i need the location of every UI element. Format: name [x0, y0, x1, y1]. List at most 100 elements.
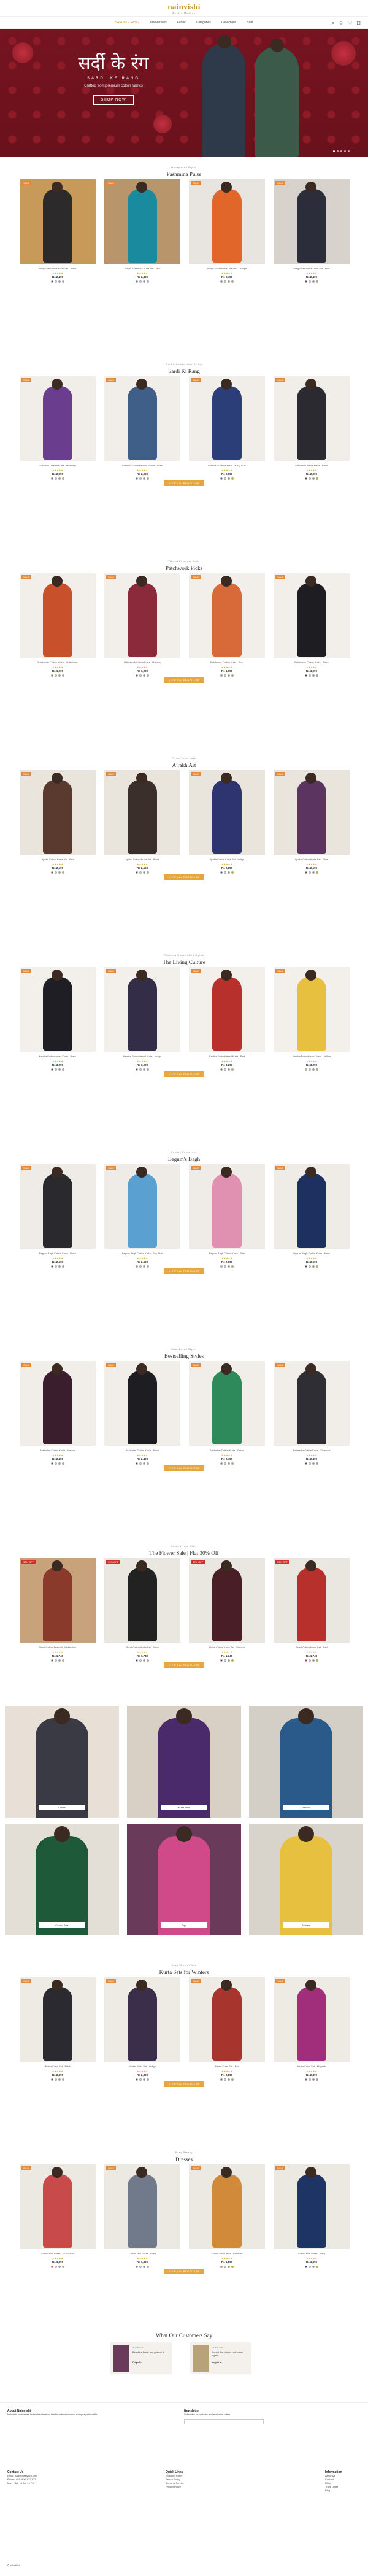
product-image[interactable]: SALE — [20, 967, 96, 1052]
product-card[interactable]: SALE Kantha Embroidered Kurta - Indigo ★★★… — [104, 967, 180, 1071]
category-tile[interactable]: Co-ord Sets — [5, 1824, 119, 1935]
view-all-button[interactable]: VIEW ALL PRODUCTS — [164, 1268, 204, 1274]
color-swatches[interactable] — [20, 674, 96, 677]
tile-label[interactable]: Dresses — [283, 1805, 329, 1810]
view-all-button[interactable]: VIEW ALL PRODUCTS — [164, 2081, 204, 2087]
product-name[interactable]: Bestseller Cotton Kurta - Green — [189, 1449, 265, 1452]
color-swatches[interactable] — [274, 1462, 350, 1465]
nav-item[interactable]: Categories — [196, 21, 211, 25]
product-image[interactable]: SALE — [274, 179, 350, 264]
product-image[interactable]: SALE — [189, 2164, 265, 2249]
color-swatches[interactable] — [274, 674, 350, 677]
product-name[interactable]: Winter Kurta Set - Magenta — [274, 2065, 350, 2069]
view-all-button[interactable]: VIEW ALL PRODUCTS — [164, 480, 204, 486]
product-name[interactable]: Cotton Midi Dress - Grey — [104, 2252, 180, 2256]
product-name[interactable]: Fabindia Dhabla Kurta - Navy Blue — [189, 464, 265, 468]
color-swatches[interactable] — [189, 1068, 265, 1071]
product-name[interactable]: Indigo Pashmina Kurta Set - Black — [20, 267, 96, 271]
product-card[interactable]: SALE Ajrakh Cotton Kurta Set - Indigo ★★★★… — [189, 770, 265, 874]
product-card[interactable]: SALE Kantha Embroidered Kurta - Black ★★★★… — [20, 967, 96, 1071]
product-image[interactable]: SALE — [189, 770, 265, 855]
product-image[interactable]: SALE — [104, 770, 180, 855]
product-image[interactable]: SALE — [104, 1164, 180, 1249]
product-image[interactable]: SALE — [20, 2164, 96, 2249]
shop-now-button[interactable]: SHOP NOW — [93, 95, 134, 105]
view-all-button[interactable]: VIEW ALL PRODUCTS — [164, 1071, 204, 1077]
product-card[interactable]: SALE Winter Kurta Set - Black ★★★★★ Rs 2,89… — [20, 1977, 96, 2081]
product-image[interactable]: SALE — [189, 1977, 265, 2062]
product-name[interactable]: Indigo Pashmina Kurta Set - Orange — [189, 267, 265, 271]
product-image[interactable]: SALE — [274, 770, 350, 855]
color-swatches[interactable] — [274, 477, 350, 480]
product-name[interactable]: Indigo Pashmina Kurta Set - Teal — [104, 267, 180, 271]
product-card[interactable]: SALE Bestseller Cotton Kurta - Black ★★★★★… — [104, 1361, 180, 1465]
color-swatches[interactable] — [189, 1462, 265, 1465]
product-name[interactable]: Cotton Midi Dress - Multicolour — [20, 2252, 96, 2256]
product-card[interactable]: SALE Cotton Midi Dress - Rainbow ★★★★★ Rs 1… — [189, 2164, 265, 2268]
product-image[interactable]: SALE — [189, 573, 265, 658]
product-card[interactable]: SALE Begum Bagh Cotton Kurta - Sky Blue ★★… — [104, 1164, 180, 1268]
product-name[interactable]: Floral Cotton Kurta Set - Black — [104, 1646, 180, 1649]
color-swatches[interactable] — [189, 2266, 265, 2268]
color-swatches[interactable] — [189, 477, 265, 480]
nav-item[interactable]: SARDI KE RANG — [115, 21, 139, 25]
product-name[interactable]: Fabindia Dhabla Kurta - Mulberry — [20, 464, 96, 468]
color-swatches[interactable] — [189, 1265, 265, 1268]
product-card[interactable]: SALE Kantha Embroidered Kurta - Yellow ★★★… — [274, 967, 350, 1071]
view-all-button[interactable]: VIEW ALL PRODUCTS — [164, 1465, 204, 1471]
product-image[interactable]: SALE — [104, 376, 180, 461]
product-name[interactable]: Patchwork Cotton Kurta - Maroon — [104, 661, 180, 665]
product-name[interactable]: Fabindia Dhabla Kurta - Bottle Green — [104, 464, 180, 468]
product-name[interactable]: Fabindia Dhabla Kurta - Black — [274, 464, 350, 468]
product-image[interactable]: SALE — [274, 1977, 350, 2062]
color-swatches[interactable] — [104, 871, 180, 874]
color-swatches[interactable] — [104, 1659, 180, 1662]
product-image[interactable]: SALE — [20, 1977, 96, 2062]
product-name[interactable]: Ajrakh Cotton Kurta Set - Indigo — [189, 858, 265, 862]
product-card[interactable]: SALE Patchwork Cotton Kurta - Maroon ★★★★★… — [104, 573, 180, 677]
product-name[interactable]: Floral Cotton Anarkali - Multicolour — [20, 1646, 96, 1649]
product-image[interactable]: SALE — [104, 1361, 180, 1446]
product-card[interactable]: SALE Ajrakh Cotton Kurta Set - Black ★★★★★… — [104, 770, 180, 874]
product-image[interactable]: 30% OFF — [104, 1558, 180, 1643]
category-tile[interactable]: Dresses — [249, 1706, 363, 1818]
product-name[interactable]: Winter Kurta Set - Indigo — [104, 2065, 180, 2069]
product-card[interactable]: SALE Begum Bagh Cotton Kurta - Navy ★★★★★ R… — [274, 1164, 350, 1268]
search-icon[interactable]: ⌕ — [331, 20, 334, 26]
product-card[interactable]: SALE Indigo Pashmina Kurta Set - Teal ★★★★… — [104, 179, 180, 283]
product-card[interactable]: SALE Fabindia Dhabla Kurta - Bottle Green… — [104, 376, 180, 480]
product-image[interactable]: SALE — [20, 179, 96, 264]
color-swatches[interactable] — [274, 2078, 350, 2081]
color-swatches[interactable] — [104, 2266, 180, 2268]
product-image[interactable]: SALE — [274, 1361, 350, 1446]
tile-label[interactable]: Kurtas — [39, 1805, 85, 1810]
view-all-button[interactable]: VIEW ALL PRODUCTS — [164, 677, 204, 683]
product-image[interactable]: SALE — [274, 1164, 350, 1249]
product-card[interactable]: SALE Patchwork Cotton Kurta - Rust ★★★★★ Rs… — [189, 573, 265, 677]
product-image[interactable]: SALE — [189, 1361, 265, 1446]
product-name[interactable]: Patchwork Cotton Kurta - Black — [274, 661, 350, 665]
cart-icon[interactable]: ⊡ — [356, 20, 361, 26]
product-card[interactable]: SALE Bestseller Cotton Kurta - Maroon ★★★★… — [20, 1361, 96, 1465]
product-image[interactable]: SALE — [189, 376, 265, 461]
product-card[interactable]: SALE Winter Kurta Set - Magenta ★★★★★ Rs 2,… — [274, 1977, 350, 2081]
product-card[interactable]: SALE Indigo Pashmina Kurta Set - Orange ★★… — [189, 179, 265, 283]
product-card[interactable]: 30% OFF Floral Cotton Kurta Set - Red ★★★★… — [274, 1558, 350, 1662]
hero-banner[interactable]: सर्दी के रंग SARDI KE RANG Crafted from … — [0, 29, 368, 157]
nav-item[interactable]: Collections — [221, 21, 236, 25]
contact-line[interactable]: Mon - Sat, 10 AM - 6 PM — [7, 2482, 37, 2485]
product-name[interactable]: Bestseller Cotton Kurta - Maroon — [20, 1449, 96, 1452]
tile-label[interactable]: Tops — [161, 1922, 207, 1928]
product-card[interactable]: SALE Patchwork Cotton Kurta - Multicolour… — [20, 573, 96, 677]
product-image[interactable]: 30% OFF — [20, 1558, 96, 1643]
product-card[interactable]: SALE Patchwork Cotton Kurta - Black ★★★★★ R… — [274, 573, 350, 677]
color-swatches[interactable] — [189, 871, 265, 874]
product-name[interactable]: Winter Kurta Set - Black — [20, 2065, 96, 2069]
color-swatches[interactable] — [189, 280, 265, 283]
color-swatches[interactable] — [274, 871, 350, 874]
color-swatches[interactable] — [104, 1462, 180, 1465]
footer-link[interactable]: Blog — [325, 2489, 342, 2493]
color-swatches[interactable] — [274, 2266, 350, 2268]
tile-label[interactable]: Jackets — [283, 1922, 329, 1928]
product-name[interactable]: Bestseller Cotton Kurta - Black — [104, 1449, 180, 1452]
